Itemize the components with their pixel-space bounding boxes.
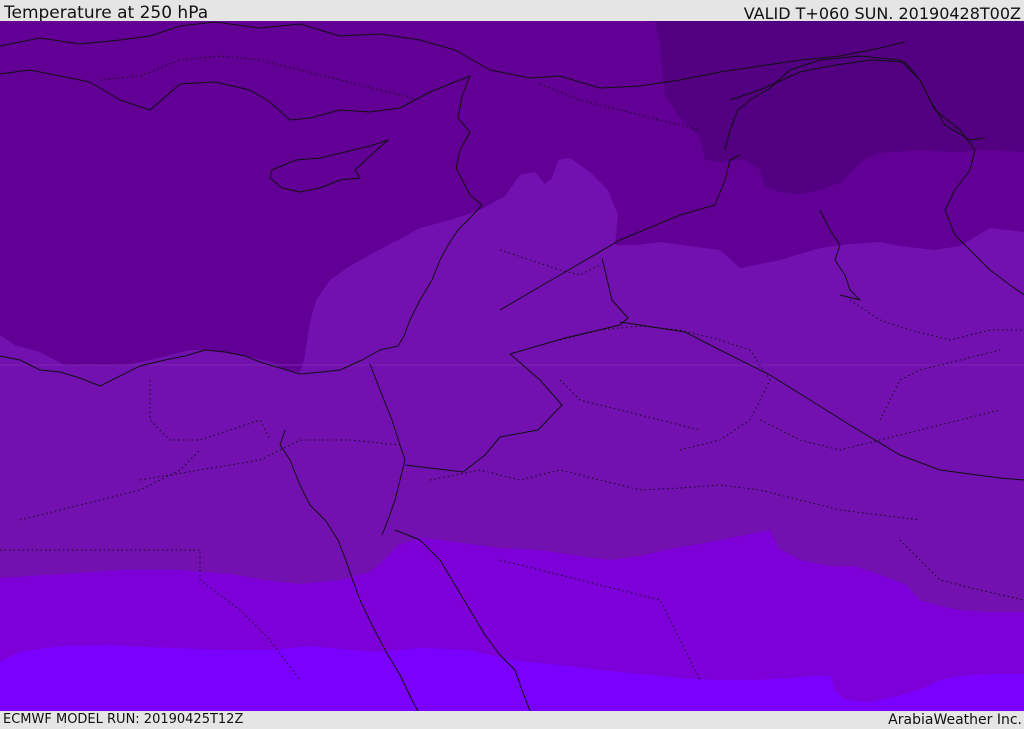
credit-label: ArabiaWeather Inc.: [888, 712, 1022, 728]
footer-bar: ECMWF MODEL RUN: 20190425T12Z ArabiaWeat…: [0, 711, 1024, 729]
header-bar: Temperature at 250 hPa VALID T+060 SUN. …: [0, 0, 1024, 23]
map-panel[interactable]: [0, 21, 1024, 711]
model-run-label: ECMWF MODEL RUN: 20190425T12Z: [3, 712, 244, 727]
temperature-map[interactable]: [0, 21, 1024, 711]
map-title: Temperature at 250 hPa: [4, 3, 209, 23]
